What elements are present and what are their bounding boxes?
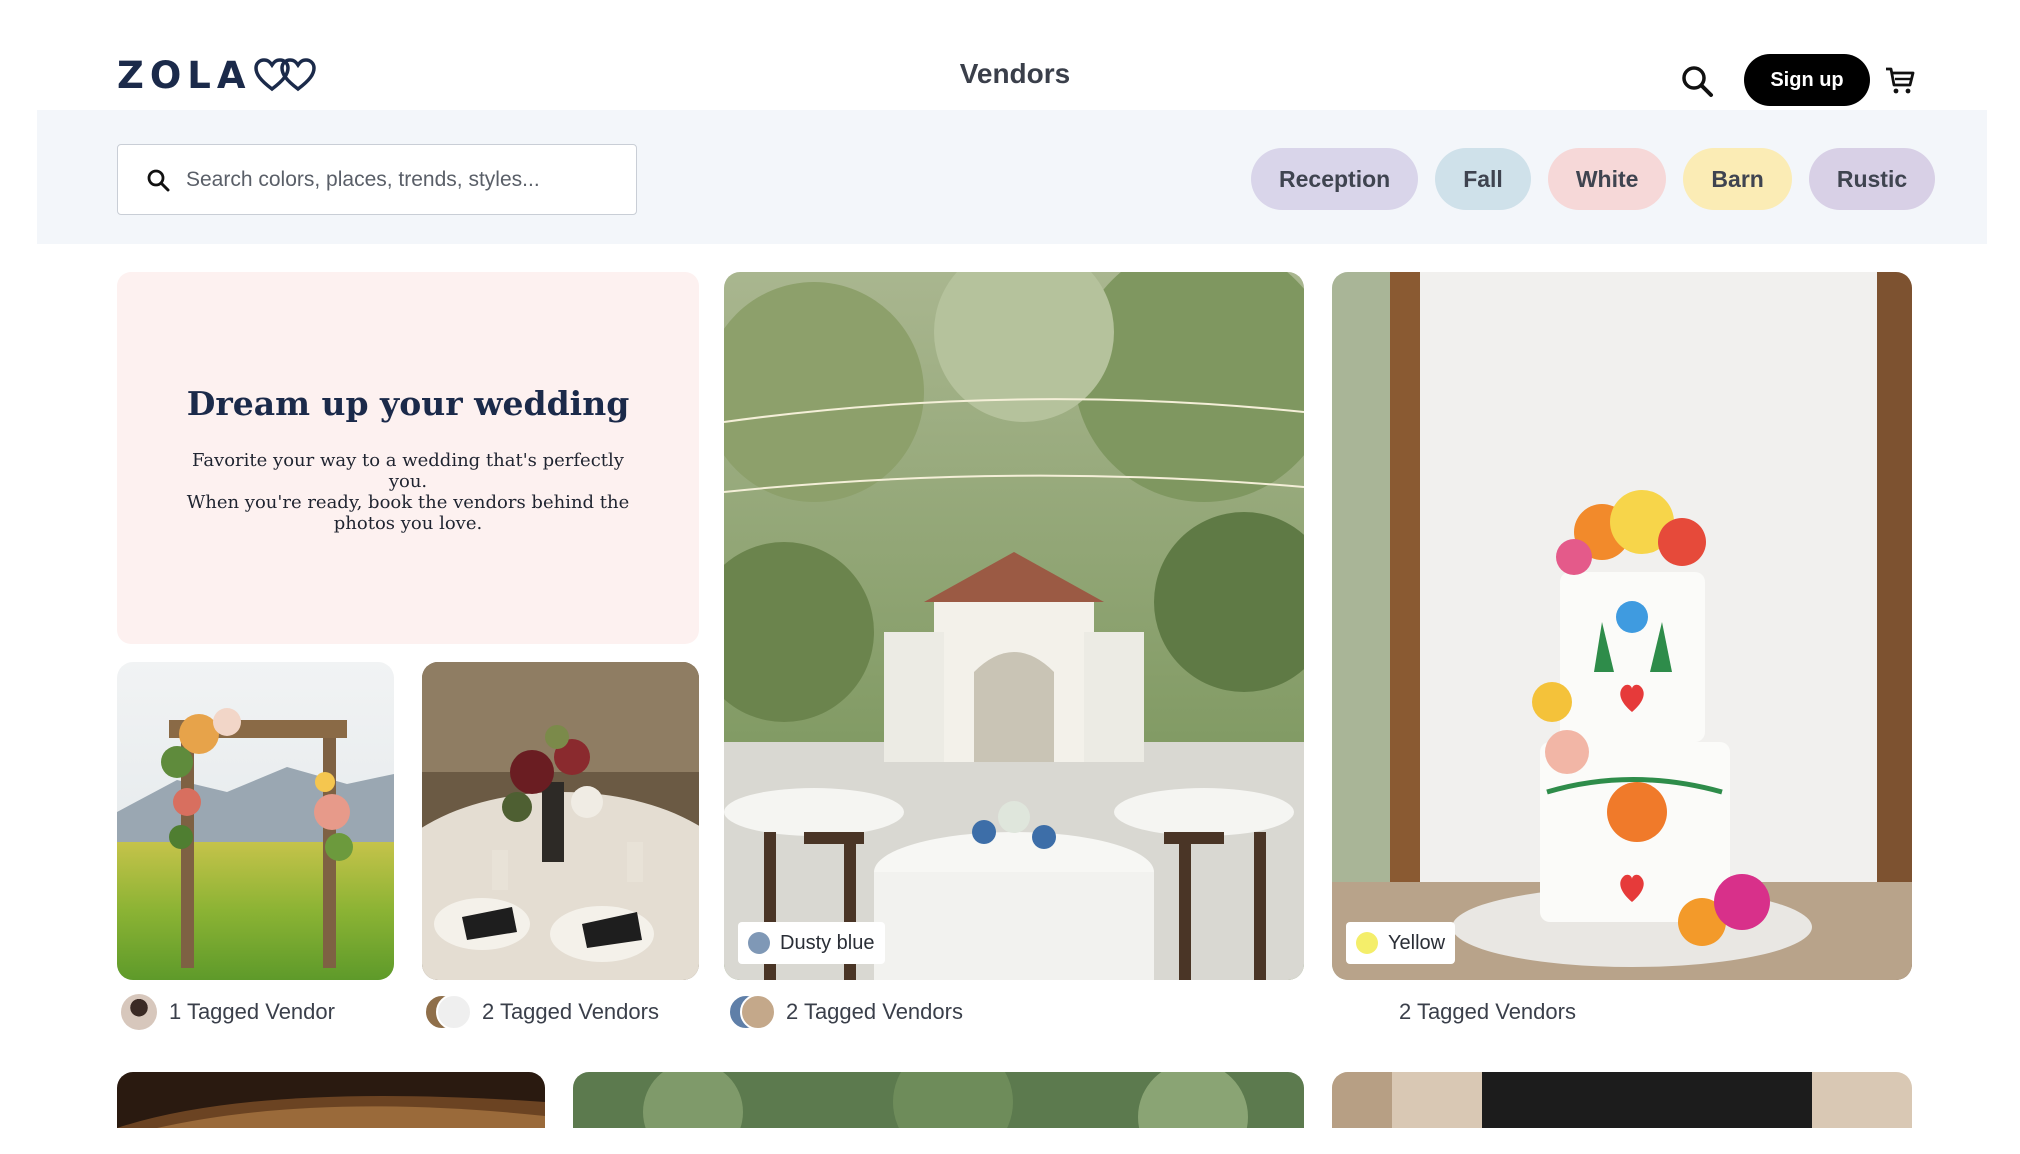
intro-line-2: When you're ready, book the vendors behi… (186, 492, 630, 534)
next-photo-image (117, 1072, 545, 1128)
color-tag-label: Yellow (1388, 931, 1446, 954)
intro-line-1: Favorite your way to a wedding that's pe… (192, 450, 624, 492)
intro-title: Dream up your wedding (186, 384, 630, 423)
logo-text: ZOLA (117, 53, 252, 97)
tagged-vendors-label: 2 Tagged Vendors (786, 999, 963, 1024)
tagged-vendors-label: 2 Tagged Vendors (1399, 999, 1576, 1024)
search-icon (147, 169, 170, 191)
chip-label: Rustic (1836, 165, 1908, 192)
vendor-avatars (728, 994, 776, 1030)
cake-photo-image (1332, 272, 1912, 980)
chip-label: Barn (1711, 165, 1764, 192)
tagged-vendors-link[interactable]: 2 Tagged Vendors (424, 992, 659, 1032)
photo-table-setting[interactable] (422, 662, 699, 980)
photo-wedding-cake[interactable]: Yellow (1332, 272, 1912, 980)
arch-photo-image (117, 662, 394, 980)
app: ZOLA Vendors Sign up Recep (0, 0, 2020, 1154)
color-tag[interactable]: Dusty blue (738, 922, 885, 964)
zola-logo[interactable]: ZOLA (117, 53, 318, 97)
search-icon[interactable] (1680, 64, 1714, 98)
top-nav: ZOLA Vendors Sign up (0, 0, 2020, 110)
intro-body: Favorite your way to a wedding that's pe… (172, 450, 644, 534)
photo-next-1[interactable] (117, 1072, 545, 1128)
chip-white[interactable]: White (1547, 148, 1667, 210)
page-title: Vendors (959, 58, 1071, 89)
chip-barn[interactable]: Barn (1683, 148, 1792, 210)
chip-label: Reception (1279, 165, 1391, 192)
tagged-vendors-link[interactable]: 2 Tagged Vendors (728, 992, 963, 1032)
chip-fall[interactable]: Fall (1435, 148, 1531, 210)
photo-reception-venue[interactable]: Dusty blue (724, 272, 1304, 980)
next-photo-image (1332, 1072, 1912, 1128)
chip-reception[interactable]: Reception (1251, 148, 1419, 210)
filter-chips: Reception Fall White Barn Rustic (1251, 148, 1936, 210)
photo-arch[interactable] (117, 662, 394, 980)
chip-label: Fall (1463, 165, 1503, 192)
search-field[interactable] (117, 144, 637, 215)
photo-next-2[interactable] (573, 1072, 1304, 1128)
color-swatch (748, 932, 770, 954)
tagged-vendors-label: 1 Tagged Vendor (169, 999, 335, 1024)
chip-label: White (1575, 165, 1639, 192)
tagged-vendors-label: 2 Tagged Vendors (482, 999, 659, 1024)
venue-photo-image (724, 272, 1304, 980)
vendor-avatars (424, 994, 472, 1030)
photo-next-3[interactable] (1332, 1072, 1912, 1128)
table-photo-image (422, 662, 699, 980)
chip-rustic[interactable]: Rustic (1808, 148, 1936, 210)
color-tag-label: Dusty blue (780, 931, 875, 954)
tagged-vendors-link[interactable]: 1 Tagged Vendor (121, 992, 335, 1032)
vendor-avatar (121, 994, 157, 1030)
hearts-logo-icon (253, 58, 316, 92)
sign-up-button[interactable]: Sign up (1744, 54, 1870, 106)
next-photo-image (573, 1072, 1304, 1128)
intro-card: Dream up your wedding Favorite your way … (117, 272, 699, 644)
tagged-vendors-link[interactable]: 2 Tagged Vendors (1399, 992, 1576, 1032)
cart-icon[interactable] (1884, 64, 1916, 96)
color-tag[interactable]: Yellow (1346, 922, 1456, 964)
search-input[interactable] (186, 167, 626, 192)
color-swatch (1356, 932, 1378, 954)
filter-bar: Reception Fall White Barn Rustic (37, 110, 1987, 244)
